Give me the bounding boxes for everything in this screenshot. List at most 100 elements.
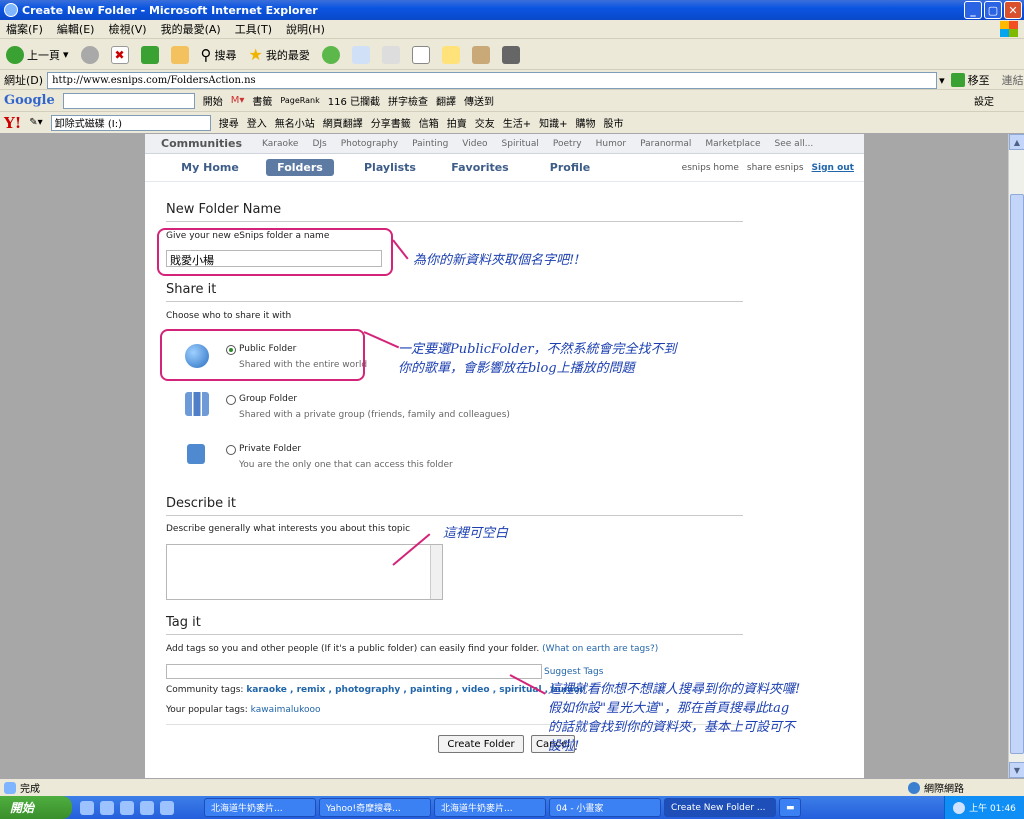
research-icon[interactable] xyxy=(501,45,520,64)
yahoo-item-shopping[interactable]: 購物 xyxy=(575,115,595,130)
create-folder-button[interactable]: Create Folder xyxy=(438,735,524,753)
yahoo-item-knowledge[interactable]: 知識+ xyxy=(539,115,567,130)
esnips-home-link[interactable]: esnips home xyxy=(682,163,739,173)
community-karaoke[interactable]: Karaoke xyxy=(262,139,298,149)
quicklaunch-icon[interactable] xyxy=(120,800,134,815)
sign-out-link[interactable]: Sign out xyxy=(812,163,854,173)
menu-help[interactable]: 說明(H) xyxy=(286,21,325,37)
tab-playlists[interactable]: Playlists xyxy=(345,161,435,174)
yahoo-item-bookmarks[interactable]: 分享書籤 xyxy=(371,115,411,130)
yahoo-item-stocks[interactable]: 股市 xyxy=(603,115,623,130)
quicklaunch-icon[interactable] xyxy=(100,800,114,815)
task-button-active[interactable]: Create New Folder ... xyxy=(664,798,776,817)
favorites-button[interactable]: ★ 我的最愛 xyxy=(249,45,310,64)
tray-expand-icon[interactable] xyxy=(953,801,966,814)
tab-my-home[interactable]: My Home xyxy=(165,161,255,174)
community-djs[interactable]: DJs xyxy=(312,139,326,149)
suggest-tags-link[interactable]: Suggest Tags xyxy=(544,667,603,677)
community-spiritual[interactable]: Spiritual xyxy=(502,139,539,149)
yahoo-item-wretch[interactable]: 無名小站 xyxy=(275,115,315,130)
menu-tools[interactable]: 工具(T) xyxy=(235,21,272,37)
group-folder-radio[interactable] xyxy=(226,395,236,405)
gmail-icon[interactable]: M▾ xyxy=(231,95,245,106)
start-button[interactable]: 開始 xyxy=(0,796,72,819)
forward-arrow-icon[interactable] xyxy=(80,45,99,64)
community-paranormal[interactable]: Paranormal xyxy=(640,139,691,149)
quicklaunch-icon[interactable] xyxy=(160,800,174,815)
address-dropdown-icon[interactable]: ▾ xyxy=(939,74,945,87)
maximize-button[interactable]: ▢ xyxy=(984,1,1002,19)
send-to-button[interactable]: 傳送到 xyxy=(464,93,494,108)
star-icon: ★ xyxy=(248,45,263,64)
bookmarks-button[interactable]: 書籤 xyxy=(252,93,272,108)
menu-view[interactable]: 檢視(V) xyxy=(108,21,146,37)
minimize-button[interactable]: _ xyxy=(964,1,982,19)
tab-profile[interactable]: Profile xyxy=(525,161,615,174)
back-arrow-icon xyxy=(6,45,24,64)
share-esnips-link[interactable]: share esnips xyxy=(747,163,804,173)
close-button[interactable]: ✕ xyxy=(1004,1,1022,19)
quicklaunch-icon[interactable] xyxy=(140,800,154,815)
community-marketplace[interactable]: Marketplace xyxy=(705,139,760,149)
google-search-button[interactable]: 開始 xyxy=(203,93,223,108)
menu-edit[interactable]: 編輯(E) xyxy=(57,21,95,37)
popular-tag-link[interactable]: kawaimalukooo xyxy=(251,705,321,715)
description-textarea[interactable] xyxy=(166,544,443,600)
address-input[interactable]: http://www.esnips.com/FoldersAction.ns xyxy=(47,71,938,89)
quicklaunch-icon[interactable] xyxy=(80,800,94,815)
task-button[interactable]: 04 - 小畫家 xyxy=(549,798,661,817)
community-see-all[interactable]: See all... xyxy=(775,139,814,149)
settings-button[interactable]: 設定 xyxy=(974,93,994,108)
yahoo-item-translate[interactable]: 網頁翻譯 xyxy=(323,115,363,130)
textarea-scrollbar[interactable] xyxy=(430,545,442,599)
menu-favorites[interactable]: 我的最愛(A) xyxy=(161,21,221,37)
notes-icon[interactable] xyxy=(441,45,460,64)
yahoo-item-life[interactable]: 生活+ xyxy=(503,115,531,130)
spellcheck-button[interactable]: 拼字檢查 xyxy=(388,93,428,108)
private-folder-radio[interactable] xyxy=(226,445,236,455)
scroll-thumb[interactable] xyxy=(1010,194,1024,754)
scroll-down-arrow-icon[interactable]: ▼ xyxy=(1009,762,1024,778)
task-button[interactable]: 北海道牛奶麥片... xyxy=(434,798,546,817)
google-search-input[interactable] xyxy=(62,92,195,109)
menu-file[interactable]: 檔案(F) xyxy=(6,21,43,37)
back-button[interactable]: 上一頁 ▾ xyxy=(6,45,69,64)
mail-icon[interactable] xyxy=(351,45,370,64)
edit-icon[interactable] xyxy=(411,45,430,64)
vertical-scrollbar[interactable]: ▲ ▼ xyxy=(1008,134,1024,778)
translate-button[interactable]: 翻譯 xyxy=(436,93,456,108)
community-photography[interactable]: Photography xyxy=(341,139,398,149)
community-poetry[interactable]: Poetry xyxy=(553,139,582,149)
tab-folders[interactable]: Folders xyxy=(266,159,334,176)
community-video[interactable]: Video xyxy=(462,139,487,149)
community-painting[interactable]: Painting xyxy=(412,139,448,149)
yahoo-search-button[interactable]: 搜尋 xyxy=(219,115,239,130)
yahoo-search-input[interactable]: 卸除式磁碟 (I:) xyxy=(50,114,211,131)
links-label[interactable]: 連結 xyxy=(1002,72,1024,88)
tags-input[interactable] xyxy=(166,664,542,679)
private-folder-label[interactable]: Private Folder xyxy=(239,444,301,454)
communities-title[interactable]: Communities xyxy=(161,137,242,150)
home-icon[interactable] xyxy=(170,45,189,64)
popup-blocked[interactable]: 116 已攔截 xyxy=(328,93,380,108)
yahoo-item-auction[interactable]: 拍賣 xyxy=(447,115,467,130)
task-button-keyboard[interactable]: ▬ xyxy=(779,798,801,817)
stop-icon[interactable]: ✖ xyxy=(110,45,129,64)
yahoo-item-dating[interactable]: 交友 xyxy=(475,115,495,130)
task-button[interactable]: 北海道牛奶麥片... xyxy=(204,798,316,817)
history-icon[interactable] xyxy=(321,45,340,64)
scroll-up-arrow-icon[interactable]: ▲ xyxy=(1009,134,1024,150)
refresh-icon[interactable] xyxy=(140,45,159,64)
go-button[interactable]: 移至 xyxy=(950,72,990,88)
yahoo-item-mail[interactable]: 信箱 xyxy=(419,115,439,130)
task-button[interactable]: Yahoo!奇摩搜尋... xyxy=(319,798,431,817)
print-icon[interactable] xyxy=(381,45,400,64)
tab-favorites[interactable]: Favorites xyxy=(435,161,525,174)
group-folder-label[interactable]: Group Folder xyxy=(239,394,297,404)
pencil-icon[interactable]: ✎▾ xyxy=(29,117,42,128)
tags-help-link[interactable]: (What on earth are tags?) xyxy=(542,644,658,654)
yahoo-login-button[interactable]: 登入 xyxy=(247,115,267,130)
messenger-icon[interactable] xyxy=(471,45,490,64)
search-button[interactable]: ⚲ 搜尋 xyxy=(201,46,237,64)
community-humor[interactable]: Humor xyxy=(596,139,626,149)
